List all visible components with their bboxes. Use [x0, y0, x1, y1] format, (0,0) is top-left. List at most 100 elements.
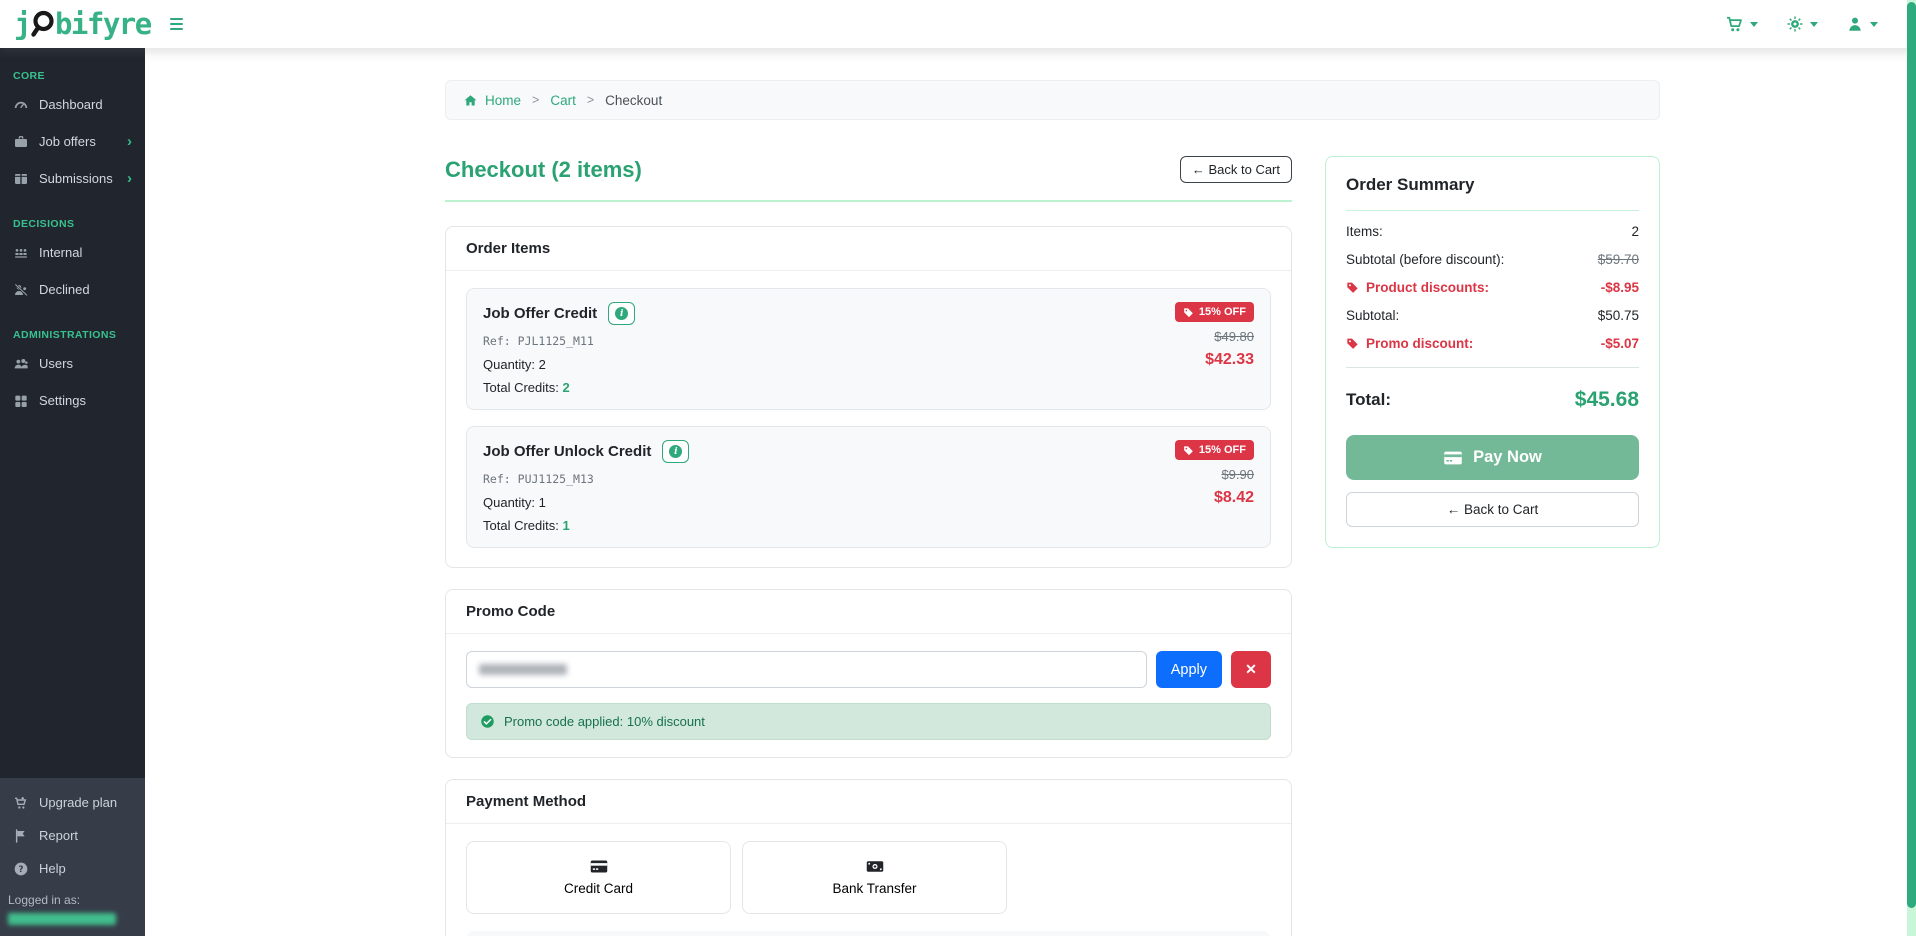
sidebar-item-label: Help — [39, 861, 66, 876]
sidebar-item-label: Submissions — [39, 171, 113, 186]
item-info-button[interactable]: i — [608, 302, 635, 325]
scrollbar-thumb[interactable] — [1907, 2, 1916, 908]
order-item-row: Job Offer Credit i Ref: PJL1125_M11 Quan… — [466, 288, 1271, 410]
item-credits: Total Credits: 2 — [483, 380, 635, 395]
sidebar-item-internal[interactable]: Internal — [0, 234, 145, 271]
user-icon — [1846, 15, 1864, 33]
promo-success-text: Promo code applied: 10% discount — [504, 714, 705, 729]
sidebar-item-help[interactable]: ? Help — [0, 852, 145, 885]
tag-icon — [1346, 337, 1359, 350]
tag-icon — [1346, 281, 1359, 294]
magnifier-logo-icon — [29, 8, 56, 40]
order-summary-card: Order Summary Items: 2 Subtotal (before … — [1325, 156, 1660, 548]
check-circle-icon — [480, 714, 495, 729]
cart-dropdown-button[interactable] — [1725, 15, 1758, 34]
sidebar-item-upgrade-plan[interactable]: Upgrade plan — [0, 786, 145, 819]
promo-success-alert: Promo code applied: 10% discount — [466, 703, 1271, 740]
payment-option-credit-card[interactable]: Credit Card — [466, 841, 731, 914]
settings-dropdown-button[interactable] — [1786, 15, 1818, 34]
payment-option-label: Bank Transfer — [832, 881, 916, 896]
breadcrumb-cart-link[interactable]: Cart — [550, 93, 576, 108]
sidebar-item-submissions[interactable]: Submissions › — [0, 160, 145, 197]
info-icon: i — [615, 307, 628, 320]
sidebar-item-label: Declined — [39, 282, 90, 297]
chevron-right-icon: › — [127, 134, 132, 149]
sidebar-item-label: Dashboard — [39, 97, 103, 112]
back-to-cart-button-top[interactable]: ← Back to Cart — [1180, 156, 1292, 183]
tag-icon — [1183, 307, 1194, 318]
hamburger-menu-icon[interactable] — [166, 14, 187, 34]
promo-code-input[interactable] — [466, 651, 1147, 688]
breadcrumb-separator: > — [532, 93, 539, 107]
cart-plus-icon — [13, 795, 29, 811]
chevron-right-icon: › — [127, 171, 132, 186]
topbar-actions — [1725, 15, 1878, 34]
app-logo[interactable]: j bifyre — [14, 8, 151, 40]
svg-text:?: ? — [18, 865, 23, 875]
title-divider — [445, 200, 1292, 202]
summary-row-items: Items: 2 — [1346, 224, 1639, 239]
sidebar-section-decisions: DECISIONS — [0, 209, 145, 234]
breadcrumb-home-link[interactable]: Home — [463, 93, 521, 108]
item-original-price: $49.80 — [1214, 329, 1254, 344]
info-icon: i — [669, 445, 682, 458]
user-slash-icon — [13, 282, 29, 298]
sidebar-item-declined[interactable]: Declined — [0, 271, 145, 308]
sidebar-item-settings[interactable]: Settings — [0, 382, 145, 419]
main-content: Home > Cart > Checkout Checkout (2 items… — [145, 48, 1916, 936]
caret-down-icon — [1810, 22, 1818, 27]
order-items-title: Order Items — [446, 227, 1291, 271]
grid-icon — [13, 393, 29, 409]
order-summary-title: Order Summary — [1346, 175, 1639, 195]
item-quantity: Quantity: 1 — [483, 495, 689, 510]
sidebar-footer: Upgrade plan Report ? Help Logged in as: — [0, 778, 145, 936]
sidebar-item-job-offers[interactable]: Job offers › — [0, 123, 145, 160]
back-to-cart-button-summary[interactable]: ← Back to Cart — [1346, 492, 1639, 527]
users-icon — [13, 356, 29, 372]
item-info-button[interactable]: i — [662, 440, 689, 463]
summary-divider — [1346, 367, 1639, 368]
flag-icon — [13, 828, 29, 844]
breadcrumb-separator: > — [587, 93, 594, 107]
credit-card-icon — [590, 859, 608, 874]
logged-in-username-redacted — [8, 913, 116, 925]
payment-method-card: Payment Method Credit Card — [445, 779, 1292, 936]
payment-option-bank-transfer[interactable]: Bank Transfer — [742, 841, 1007, 914]
users-class-icon — [13, 245, 29, 261]
summary-subtotal-value: $50.75 — [1598, 308, 1639, 323]
sidebar-item-dashboard[interactable]: Dashboard — [0, 86, 145, 123]
sidebar-item-label: Job offers — [39, 134, 96, 149]
clear-promo-button[interactable]: ✕ — [1231, 651, 1271, 688]
total-label: Total: — [1346, 390, 1391, 410]
sidebar-item-users[interactable]: Users — [0, 345, 145, 382]
item-name: Job Offer Credit — [483, 305, 597, 322]
payment-method-title: Payment Method — [446, 780, 1291, 824]
credit-card-icon — [1443, 450, 1463, 466]
logo-text-pre: j — [14, 10, 30, 39]
sidebar-item-report[interactable]: Report — [0, 819, 145, 852]
topbar: j bifyre — [0, 0, 1916, 48]
sidebar-item-label: Users — [39, 356, 73, 371]
sidebar-section-core: CORE — [0, 61, 145, 86]
cart-icon — [1725, 15, 1744, 34]
local-payment-methods-toggle[interactable]: Show local Tunisia payment methods — [466, 931, 1271, 936]
sidebar-section-administrations: ADMINISTRATIONS — [0, 320, 145, 345]
summary-row-product-discounts: Product discounts: -$8.95 — [1346, 280, 1639, 295]
summary-items-value: 2 — [1631, 224, 1639, 239]
dashboard-icon — [13, 97, 29, 113]
pay-now-button[interactable]: Pay Now — [1346, 435, 1639, 480]
summary-row-subtotal-before: Subtotal (before discount): $59.70 — [1346, 252, 1639, 267]
apply-promo-button[interactable]: Apply — [1156, 651, 1222, 688]
summary-row-subtotal: Subtotal: $50.75 — [1346, 308, 1639, 323]
account-dropdown-button[interactable] — [1846, 15, 1878, 34]
logged-in-label: Logged in as: — [0, 885, 145, 907]
tag-icon — [1183, 445, 1194, 456]
discount-badge: 15% OFF — [1175, 302, 1254, 322]
bank-transfer-icon — [866, 859, 884, 874]
breadcrumb: Home > Cart > Checkout — [445, 80, 1660, 120]
caret-down-icon — [1750, 22, 1758, 27]
promo-code-title: Promo Code — [446, 590, 1291, 634]
scrollbar-track[interactable] — [1907, 0, 1916, 936]
summary-row-promo-discount: Promo discount: -$5.07 — [1346, 336, 1639, 351]
item-credits: Total Credits: 1 — [483, 518, 689, 533]
